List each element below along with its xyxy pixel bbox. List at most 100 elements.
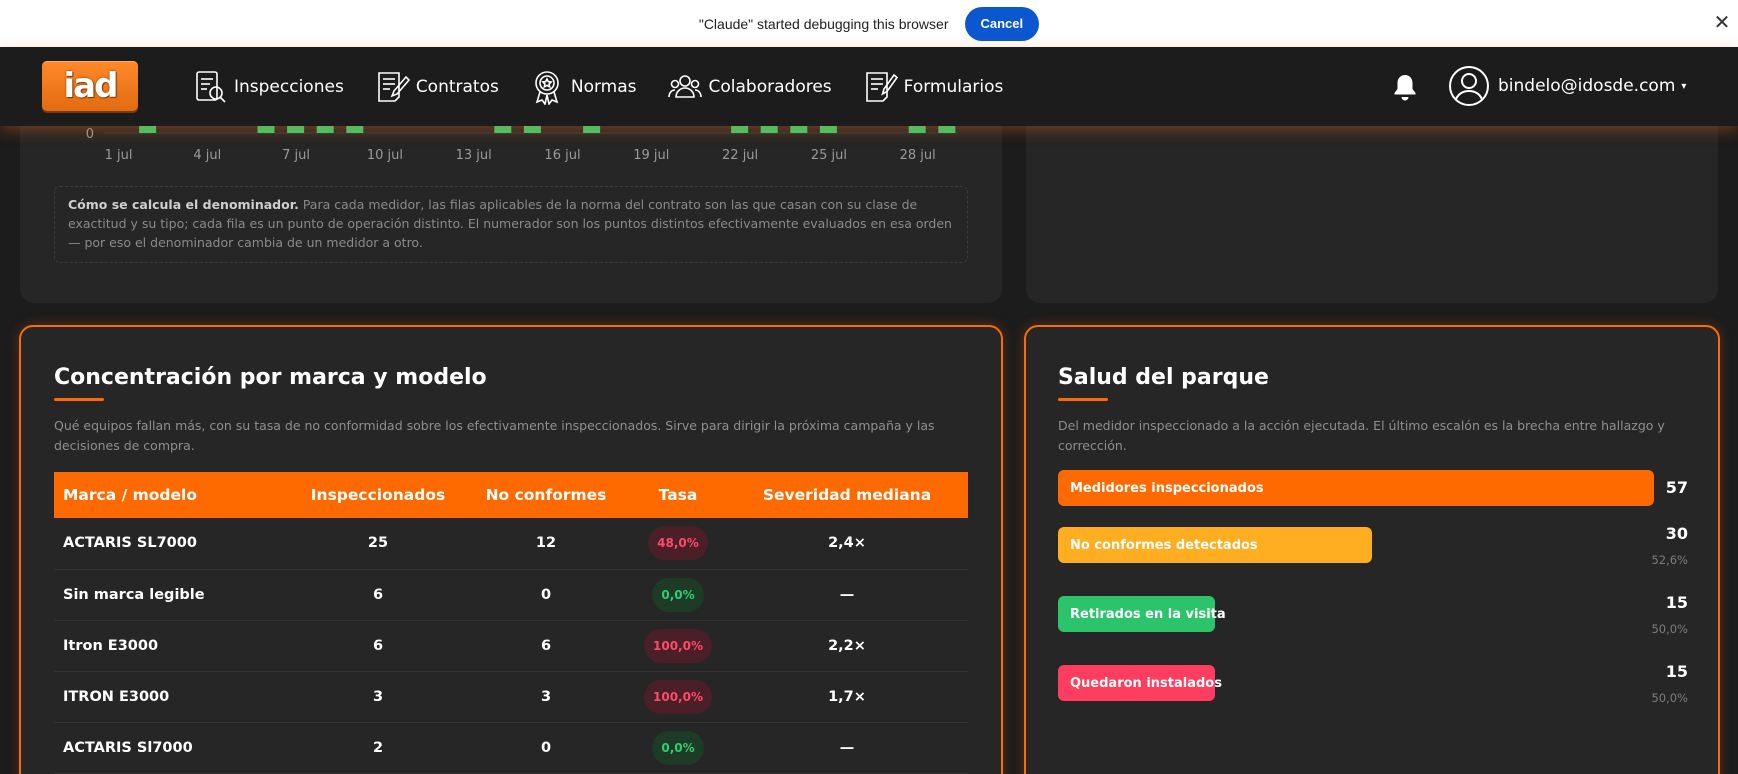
column-header-nonconforming[interactable]: No conformes xyxy=(462,472,630,518)
funnel-step: Retirados en la visita 15 50,0% xyxy=(1058,593,1718,656)
x-tick-label: 25 jul xyxy=(811,148,847,163)
cell-severity: — xyxy=(839,739,855,756)
column-header-model[interactable]: Marca / modelo xyxy=(54,472,294,518)
funnel-count: 15 xyxy=(1665,662,1688,681)
user-email: bindelo@idosde.com xyxy=(1498,76,1676,96)
brand-model-table: Marca / modelo Inspeccionados No conform… xyxy=(54,472,968,774)
cell-inspected: 25 xyxy=(367,535,389,552)
cell-inspected: 3 xyxy=(372,688,384,705)
cell-model: ACTARIS Sl7000 xyxy=(63,739,193,756)
cell-nonconforming: 12 xyxy=(535,535,557,552)
right-top-card xyxy=(1026,100,1718,303)
nav-label: Formularios xyxy=(903,76,1004,97)
cell-rate: 0,0% xyxy=(630,722,726,773)
nav-label: Colaboradores xyxy=(708,76,832,97)
user-avatar-icon xyxy=(1449,66,1489,106)
funnel-count: 15 xyxy=(1665,593,1688,612)
cell-severity: 2,4× xyxy=(828,535,866,552)
rate-badge: 100,0% xyxy=(644,679,712,714)
funnel-bar: Retirados en la visita xyxy=(1058,596,1226,632)
rate-badge: 0,0% xyxy=(652,730,704,765)
funnel-percent: 50,0% xyxy=(1651,691,1688,705)
chevron-down-icon: ▾ xyxy=(1681,80,1687,92)
user-menu[interactable]: bindelo@idosde.com ▾ xyxy=(1448,65,1686,107)
funnel-step: Medidores inspeccionados 57 xyxy=(1058,470,1718,530)
funnel-bar: No conformes detectados xyxy=(1058,527,1372,563)
funnel-count: 57 xyxy=(1665,478,1688,497)
rate-badge: 100,0% xyxy=(644,628,712,663)
cell-inspected: 6 xyxy=(372,586,384,603)
note-title: Cómo se calcula el denominador. xyxy=(68,197,299,212)
column-header-severity[interactable]: Severidad mediana xyxy=(726,472,968,518)
nav-item-normas[interactable]: Normas xyxy=(529,69,637,105)
x-tick-label: 4 jul xyxy=(193,148,221,163)
funnel-percent: 52,6% xyxy=(1651,553,1688,567)
form-icon xyxy=(865,71,898,102)
cell-severity: — xyxy=(839,586,855,603)
table-header-row: Marca / modelo Inspeccionados No conform… xyxy=(54,472,968,518)
x-tick-label: 13 jul xyxy=(456,148,492,163)
contract-icon xyxy=(378,71,410,102)
cell-nonconforming: 0 xyxy=(540,586,552,603)
top-navbar: iad Inspecciones Contratos Normas Colabo… xyxy=(0,47,1738,126)
x-tick-label: 19 jul xyxy=(633,148,669,163)
table-row[interactable]: Sin marca legible 6 0 0,0% — xyxy=(54,569,968,620)
rate-badge: 48,0% xyxy=(648,526,708,561)
cell-severity: 2,2× xyxy=(828,637,866,654)
x-tick-label: 7 jul xyxy=(282,148,310,163)
brand-card-title: Concentración por marca y modelo xyxy=(54,365,487,390)
funnel-bar: Medidores inspeccionados xyxy=(1058,470,1654,506)
cell-nonconforming: 3 xyxy=(540,688,552,705)
health-card-title: Salud del parque xyxy=(1058,365,1269,390)
bell-icon[interactable] xyxy=(1392,73,1418,101)
cell-model: ACTARIS SL7000 xyxy=(63,535,197,552)
inspection-icon xyxy=(196,70,226,103)
cell-nonconforming: 0 xyxy=(540,739,552,756)
cell-inspected: 2 xyxy=(372,739,384,756)
x-tick-label: 22 jul xyxy=(722,148,758,163)
funnel-percent: 50,0% xyxy=(1651,622,1688,636)
nav-label: Normas xyxy=(570,76,637,97)
title-underline xyxy=(1058,398,1108,401)
cell-inspected: 6 xyxy=(372,637,384,654)
nav-label: Inspecciones xyxy=(234,76,344,97)
cell-severity: 1,7× xyxy=(828,688,866,705)
nav-label: Contratos xyxy=(415,76,499,97)
x-tick-label: 16 jul xyxy=(544,148,580,163)
cell-nonconforming: 6 xyxy=(540,637,552,654)
logo-text: iad xyxy=(63,66,119,106)
brand-card-description: Qué equipos fallan más, con su tasa de n… xyxy=(54,418,935,453)
table-row[interactable]: ACTARIS Sl7000 2 0 0,0% — xyxy=(54,722,968,773)
cell-model: ITRON E3000 xyxy=(63,688,170,705)
users-icon xyxy=(667,74,702,98)
nav-item-colaboradores[interactable]: Colaboradores xyxy=(667,69,832,105)
nav-item-contratos[interactable]: Contratos xyxy=(374,69,499,105)
cell-rate: 0,0% xyxy=(630,569,726,620)
funnel-bar: Quedaron instalados xyxy=(1058,665,1222,701)
column-header-rate[interactable]: Tasa xyxy=(630,472,726,518)
main-nav: Inspecciones Contratos Normas Colaborado… xyxy=(192,47,1003,126)
close-icon[interactable]: ✕ xyxy=(1710,8,1734,36)
cell-model: Sin marca legible xyxy=(63,586,205,603)
table-row[interactable]: ACTARIS SL7000 25 12 48,0% 2,4× xyxy=(54,518,968,569)
cell-model: Itron E3000 xyxy=(63,637,159,654)
health-card-description: Del medidor inspeccionado a la acción ej… xyxy=(1058,418,1665,453)
nav-item-inspecciones[interactable]: Inspecciones xyxy=(192,69,344,105)
title-underline xyxy=(54,398,104,401)
column-header-inspected[interactable]: Inspeccionados xyxy=(294,472,462,518)
x-tick-label: 10 jul xyxy=(367,148,403,163)
x-tick-label: 28 jul xyxy=(900,148,936,163)
cell-rate: 48,0% xyxy=(630,518,726,569)
app-logo[interactable]: iad xyxy=(42,61,138,111)
x-tick-label: 1 jul xyxy=(105,148,133,163)
funnel-count: 30 xyxy=(1665,524,1688,543)
table-row[interactable]: Itron E3000 6 6 100,0% 2,2× xyxy=(54,620,968,671)
cell-rate: 100,0% xyxy=(630,671,726,722)
table-row[interactable]: ITRON E3000 3 3 100,0% 1,7× xyxy=(54,671,968,722)
y-tick-label: 0 xyxy=(86,127,94,142)
cell-rate: 100,0% xyxy=(630,620,726,671)
denominator-note: Cómo se calcula el denominador. Para cad… xyxy=(54,186,968,263)
nav-item-formularios[interactable]: Formularios xyxy=(862,69,1004,105)
funnel-step: Quedaron instalados 15 50,0% xyxy=(1058,662,1718,725)
badge-icon xyxy=(535,70,559,105)
